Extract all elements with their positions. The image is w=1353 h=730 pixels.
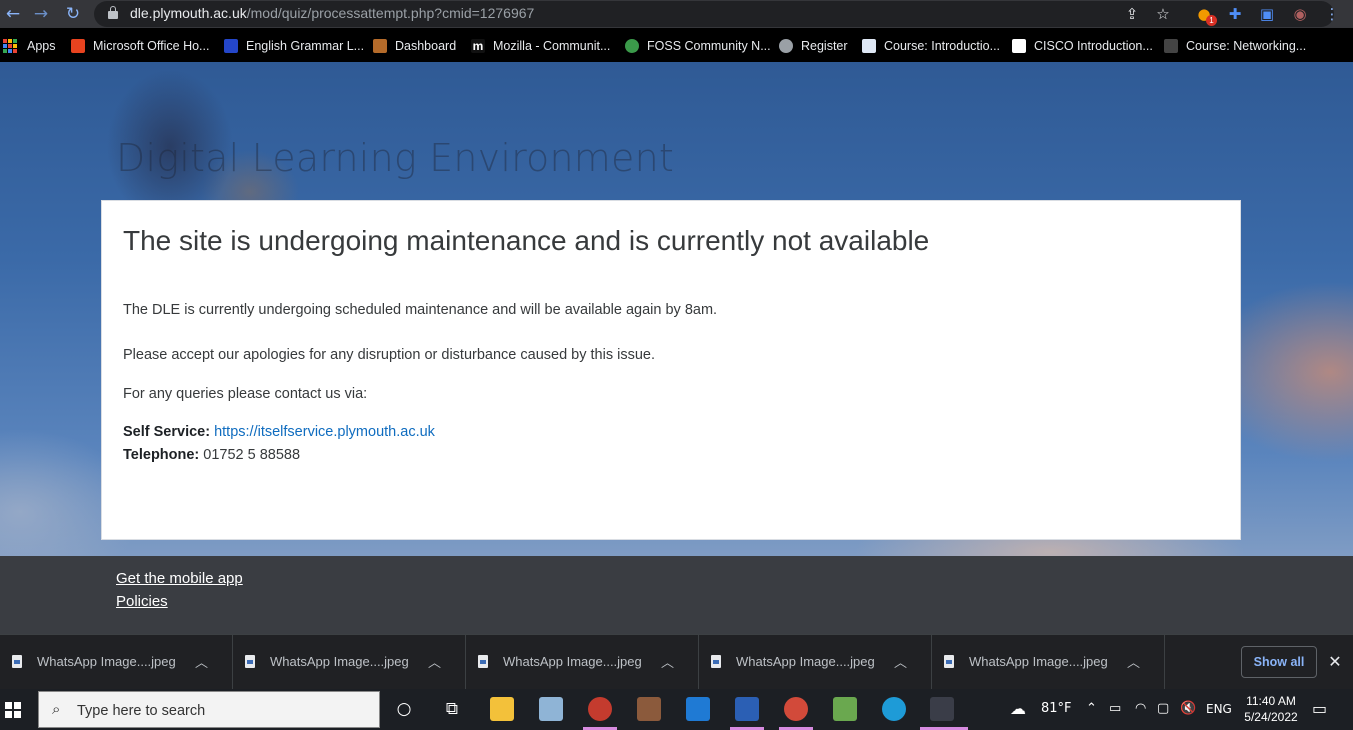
task-view-icon[interactable]: ⧉ [440, 698, 464, 720]
bookmark-dashboard[interactable]: Dashboard [373, 37, 456, 55]
volume-muted-icon[interactable]: 🔇 [1180, 701, 1196, 716]
maintenance-card: The site is undergoing maintenance and i… [101, 200, 1241, 540]
mozilla-icon: m [471, 39, 485, 53]
site-title: Digital Learning Environment [116, 136, 674, 180]
search-icon: ⌕ [52, 700, 61, 718]
self-service-label: Self Service: [123, 424, 211, 440]
course-icon [862, 39, 876, 53]
reload-icon[interactable]: ↻ [62, 4, 84, 24]
contact-intro: For any queries please contact us via: [123, 386, 368, 402]
bookmark-register[interactable]: Register [779, 37, 848, 55]
download-item[interactable]: WhatsApp Image....jpeg ︿ [0, 635, 233, 690]
telephone-label: Telephone: [123, 447, 200, 463]
notes-app-icon[interactable] [539, 697, 563, 721]
hero-background: Digital Learning Environment The site is… [0, 62, 1353, 556]
clock[interactable]: 11:40 AM 5/24/2022 [1230, 693, 1312, 725]
wifi-icon[interactable]: ◠ [1135, 701, 1146, 716]
windows-taskbar: ⌕ Type here to search ○ ⧉ ☁ 81°F ⌃ ▭ ◠ ▢… [0, 689, 1353, 730]
office-icon [71, 39, 85, 53]
policies-link[interactable]: Policies [116, 593, 168, 610]
url-text[interactable]: dle.plymouth.ac.uk/mod/quiz/processattem… [130, 5, 534, 21]
bookmark-course-introduction[interactable]: Course: Introductio... [862, 37, 1000, 55]
bookmark-microsoft-office[interactable]: Microsoft Office Ho... [71, 37, 209, 55]
shield-crest-icon [373, 39, 387, 53]
maintenance-message: The DLE is currently undergoing schedule… [123, 302, 718, 318]
download-item[interactable]: WhatsApp Image....jpeg ︿ [932, 635, 1165, 690]
weather-icon[interactable]: ☁ [1010, 699, 1026, 718]
clock-time: 11:40 AM [1246, 694, 1296, 708]
chevron-up-icon[interactable]: ︿ [195, 652, 208, 671]
notification-icon[interactable]: ▭ [1312, 699, 1327, 718]
back-icon[interactable]: ← [2, 4, 24, 24]
bookmark-course-networking[interactable]: Course: Networking... [1164, 37, 1306, 55]
self-service-line: Self Service: https://itselfservice.plym… [123, 424, 435, 440]
notepad-plus-icon[interactable] [833, 697, 857, 721]
mobile-app-link[interactable]: Get the mobile app [116, 570, 243, 587]
weather-temp[interactable]: 81°F [1041, 701, 1072, 716]
vscode-icon[interactable] [686, 697, 710, 721]
chevron-up-icon[interactable]: ︿ [428, 652, 441, 671]
bookmark-apps[interactable]: Apps [3, 37, 56, 55]
lock-icon[interactable] [108, 6, 118, 19]
bookmark-mozilla[interactable]: m Mozilla - Communit... [471, 37, 610, 55]
self-service-link[interactable]: https://itselfservice.plymouth.ac.uk [214, 424, 435, 440]
chevron-up-icon[interactable]: ︿ [1127, 652, 1140, 671]
telephone-number: 01752 5 88588 [203, 447, 301, 463]
apology-message: Please accept our apologies for any disr… [123, 347, 655, 363]
bookmark-english-grammar[interactable]: English Grammar L... [224, 37, 364, 55]
page-heading: The site is undergoing maintenance and i… [123, 225, 930, 256]
chevron-up-icon[interactable]: ︿ [894, 652, 907, 671]
globe-icon [779, 39, 793, 53]
share-icon[interactable]: ⇪ [1122, 4, 1142, 24]
foss-icon [625, 39, 639, 53]
grammar-icon [224, 39, 238, 53]
clock-date: 5/24/2022 [1244, 710, 1298, 724]
downloads-bar: WhatsApp Image....jpeg ︿ WhatsApp Image.… [0, 634, 1353, 690]
bookmark-cisco-introduction[interactable]: CISCO Introduction... [1012, 37, 1153, 55]
forward-icon[interactable]: → [30, 4, 52, 24]
close-icon[interactable]: ✕ [1327, 652, 1343, 672]
file-icon [478, 655, 488, 668]
package-app-icon[interactable] [637, 697, 661, 721]
file-icon [944, 655, 954, 668]
language-indicator[interactable]: ENG [1206, 702, 1232, 716]
chrome-profile-icon[interactable] [784, 697, 808, 721]
bookmarks-bar: Apps Microsoft Office Ho... English Gram… [0, 28, 1353, 62]
side-panel-icon[interactable]: ▣ [1257, 4, 1277, 24]
extension-badge: 1 [1206, 15, 1217, 26]
show-all-button[interactable]: Show all [1241, 646, 1317, 678]
cortana-icon[interactable]: ○ [392, 698, 416, 720]
apps-grid-icon [3, 39, 17, 53]
bookmark-foss-community[interactable]: FOSS Community N... [625, 37, 771, 55]
download-item[interactable]: WhatsApp Image....jpeg ︿ [699, 635, 932, 690]
battery-icon[interactable]: ▭ [1109, 701, 1121, 716]
chevron-up-icon[interactable]: ⌃ [1086, 701, 1097, 716]
browser-toolbar: ← → ↻ dle.plymouth.ac.uk/mod/quiz/proces… [0, 0, 1353, 28]
file-icon [12, 655, 22, 668]
download-item[interactable]: WhatsApp Image....jpeg ︿ [466, 635, 699, 690]
chevron-up-icon[interactable]: ︿ [661, 652, 674, 671]
cisco-icon [1012, 39, 1026, 53]
meet-now-icon[interactable]: ▢ [1157, 701, 1169, 716]
bookmark-star-icon[interactable]: ☆ [1153, 4, 1173, 24]
networking-icon [1164, 39, 1178, 53]
snipping-tool-icon[interactable] [930, 697, 954, 721]
edge-icon[interactable] [882, 697, 906, 721]
file-icon [711, 655, 721, 668]
word-icon[interactable] [735, 697, 759, 721]
file-icon [245, 655, 255, 668]
profile-avatar[interactable]: ◉ [1289, 4, 1311, 24]
chrome-icon[interactable] [588, 697, 612, 721]
file-explorer-icon[interactable] [490, 697, 514, 721]
download-item[interactable]: WhatsApp Image....jpeg ︿ [233, 635, 466, 690]
page-footer: Get the mobile app Policies [0, 556, 1353, 634]
telephone-line: Telephone: 01752 5 88588 [123, 447, 300, 463]
windows-start-icon[interactable] [5, 702, 21, 718]
taskbar-search-input[interactable]: ⌕ Type here to search [38, 691, 380, 728]
extensions-puzzle-icon[interactable]: ✚ [1225, 4, 1245, 24]
menu-icon[interactable]: ⋮ [1322, 4, 1342, 24]
web-page: Digital Learning Environment The site is… [0, 62, 1353, 634]
